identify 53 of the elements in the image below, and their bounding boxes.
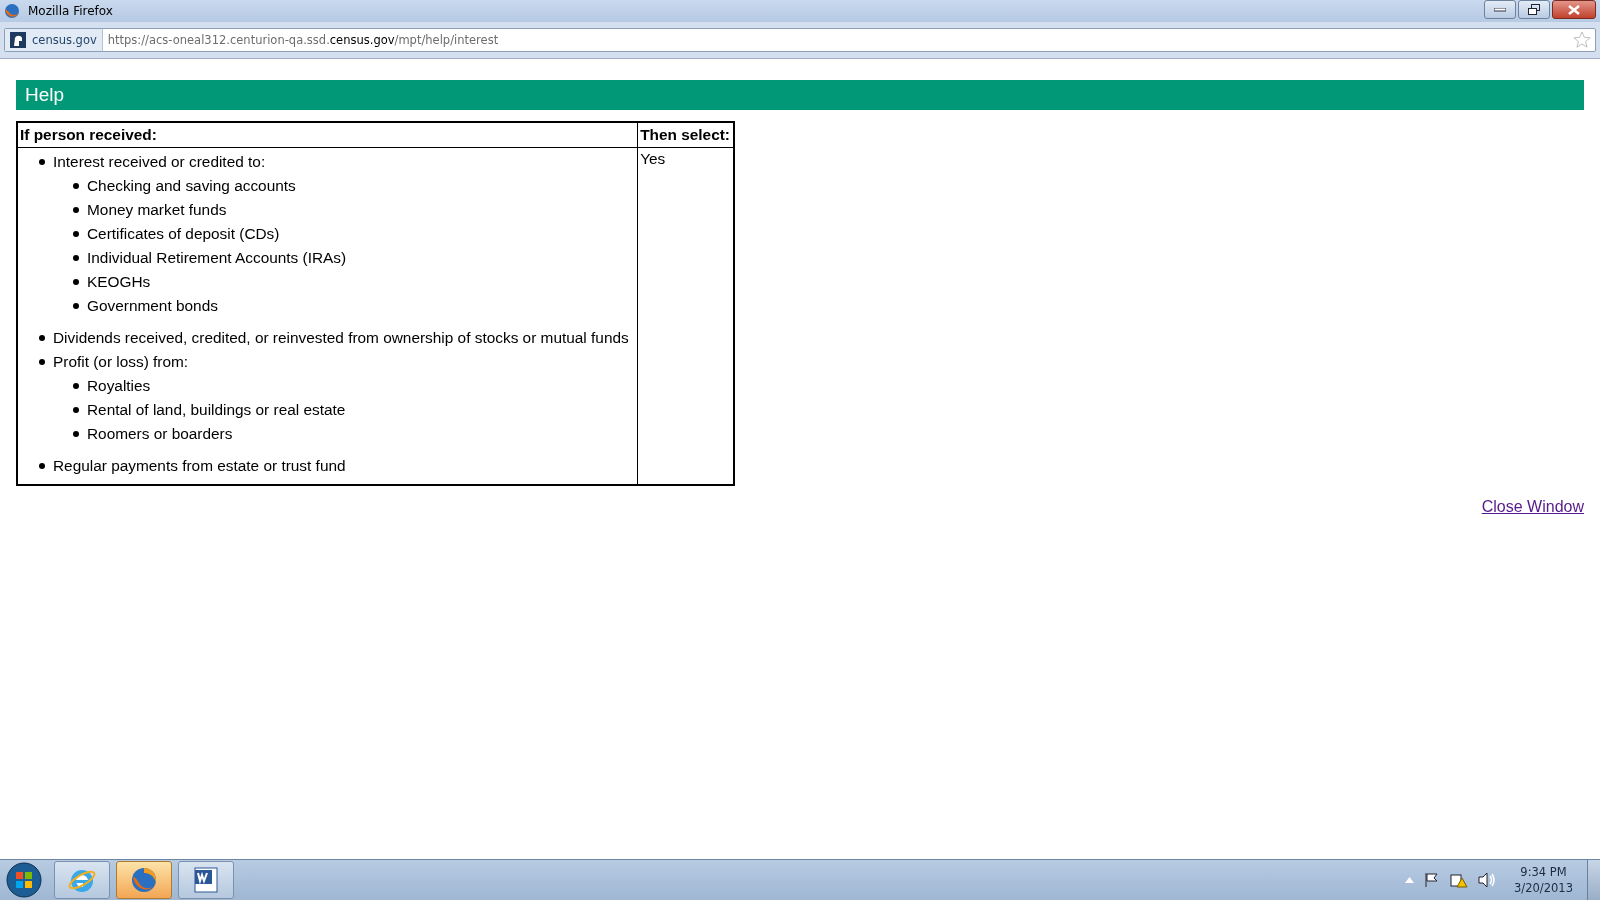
url-text: https://acs-oneal312.centurion-qa.ssd.census.gov/mpt/help/interest xyxy=(106,33,499,47)
bullet-icon xyxy=(73,431,79,437)
bullet-icon xyxy=(73,303,79,309)
fox-globe-icon xyxy=(129,865,159,895)
taskbar-app-button[interactable] xyxy=(116,861,172,899)
bullet-icon xyxy=(39,335,45,341)
browser-logo-icon xyxy=(4,3,20,19)
star-icon[interactable] xyxy=(1573,31,1591,49)
list-item-text: Individual Retirement Accounts (IRAs) xyxy=(87,248,347,268)
list-item-text: Regular payments from estate or trust fund xyxy=(53,456,346,476)
close-icon xyxy=(1568,4,1580,15)
minimize-icon xyxy=(1494,7,1506,12)
network-warning-icon[interactable] xyxy=(1450,872,1469,888)
list-item-text: Government bonds xyxy=(87,296,218,316)
address-bar[interactable]: census.gov https://acs-oneal312.centurion-qa.ssd.census.gov/mpt/help/interest xyxy=(4,28,1596,52)
restore-button[interactable] xyxy=(1518,0,1550,19)
window-title: Mozilla Firefox xyxy=(28,4,113,18)
list-item-text: Profit (or loss) from: xyxy=(53,352,189,372)
site-identity-button[interactable]: census.gov xyxy=(5,29,103,51)
bullet-icon xyxy=(73,279,79,285)
bullet-icon xyxy=(73,183,79,189)
restore-icon xyxy=(1528,4,1540,15)
help-heading: Help xyxy=(16,80,1584,110)
close-button[interactable] xyxy=(1552,0,1596,19)
list-item-text: KEOGHs xyxy=(87,272,151,292)
bullet-icon xyxy=(39,463,45,469)
bullet-icon xyxy=(73,383,79,389)
list-item-text: Royalties xyxy=(87,376,151,396)
clock-time: 9:34 PM xyxy=(1519,864,1568,880)
list-item-text: Checking and saving accounts xyxy=(87,176,296,196)
bullet-icon xyxy=(39,359,45,365)
clock-date: 3/20/2013 xyxy=(1514,880,1573,896)
bullet-icon xyxy=(73,231,79,237)
start-button[interactable] xyxy=(6,862,42,898)
close-window-link[interactable]: Close Window xyxy=(1481,498,1584,516)
document-icon xyxy=(191,865,221,895)
list-item-text: Certificates of deposit (CDs) xyxy=(87,224,280,244)
taskbar-app-button[interactable] xyxy=(178,861,234,899)
list-item-text: Interest received or credited to: xyxy=(53,152,266,172)
column-header: If person received: xyxy=(17,122,638,148)
speaker-icon[interactable] xyxy=(1478,872,1497,888)
list-item-text: Roomers or boarders xyxy=(87,424,233,444)
bullet-icon xyxy=(73,255,79,261)
bullet-icon xyxy=(73,407,79,413)
table-cell-text: Yes xyxy=(640,149,666,168)
flag-icon[interactable] xyxy=(1424,872,1441,888)
show-desktop-button[interactable] xyxy=(1587,860,1600,900)
site-logo-icon xyxy=(10,32,26,48)
bullet-icon xyxy=(39,159,45,165)
list-item-text: Rental of land, buildings or real estate xyxy=(87,400,346,420)
list-item-text: Dividends received, credited, or reinvested from ownership of stocks or mutual funds xyxy=(53,328,629,348)
bullet-icon xyxy=(73,207,79,213)
list-item-text: Money market funds xyxy=(87,200,227,220)
